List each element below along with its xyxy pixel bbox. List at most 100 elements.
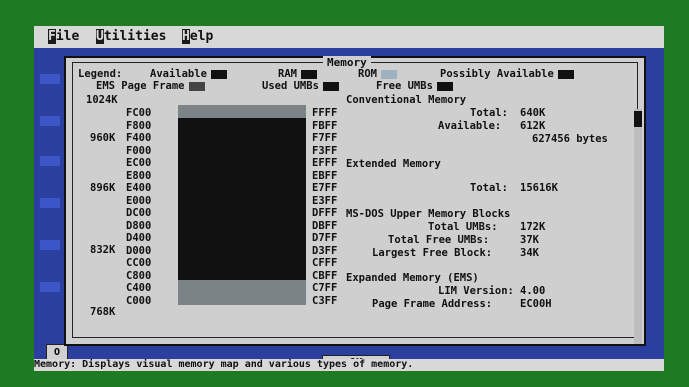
segment-start-address: EC00: [126, 157, 152, 169]
total-umbs-label: Total UMBs:: [428, 221, 498, 233]
background-bar: [40, 116, 60, 126]
legend-rom-swatch: [380, 69, 397, 79]
kb-label: 960K: [90, 132, 116, 144]
scrollbar-thumb[interactable]: [634, 111, 642, 127]
segment-start-address: C400: [126, 282, 152, 294]
segment-end-address: FBFF: [312, 119, 338, 132]
status-text: Memory: Displays visual memory map and v…: [34, 359, 414, 370]
legend-ems-page-frame-text: EMS Page Frame: [96, 80, 185, 92]
legend-used-umbs: Used UMBs: [262, 80, 339, 92]
legend-ems-page-frame-swatch: [188, 81, 205, 91]
largest-free-block-value: 34K: [520, 247, 539, 259]
segment-start-address: C000: [126, 294, 152, 307]
memory-map-row: [178, 280, 306, 293]
background-bar: [40, 156, 60, 166]
ext-total-value: 15616K: [520, 182, 558, 194]
kb-label: 768K: [90, 306, 116, 318]
memory-map-row: [178, 205, 306, 218]
memory-map-row: [178, 255, 306, 268]
segment-start-address: DC00: [126, 207, 152, 219]
msd-window: File Utilities Help O Memory Legend: Ava…: [34, 26, 664, 371]
memory-dialog: Memory Legend: Available RAM ROM Possibl…: [64, 56, 646, 371]
extended-heading: Extended Memory: [346, 158, 441, 170]
legend-ram-swatch: [300, 69, 317, 79]
legend-possibly-available: Possibly Available: [440, 68, 574, 80]
segment-end-address: DBFF: [312, 219, 338, 232]
legend-ram-text: RAM: [278, 68, 297, 80]
menu-utilities-label: tilities: [103, 29, 167, 44]
segment-end-address: DFFF: [312, 207, 338, 219]
segment-end-address: C3FF: [312, 294, 338, 307]
segment-end-address: C7FF: [312, 282, 338, 294]
kb-label: 832K: [90, 244, 116, 256]
conv-total-label: Total:: [470, 107, 508, 119]
segment-end-address: F3FF: [312, 144, 338, 157]
conv-total-value: 640K: [520, 107, 546, 119]
segment-start-address: D800: [126, 219, 152, 232]
memory-map-row: [178, 180, 306, 193]
legend-ems-page-frame: EMS Page Frame: [96, 80, 205, 92]
segment-end-address: EBFF: [312, 169, 338, 182]
menu-utilities[interactable]: Utilities: [96, 26, 166, 48]
menu-help-label: elp: [189, 29, 214, 44]
legend-free-umbs-swatch: [436, 81, 453, 91]
menu-help-hotkey: H: [182, 29, 190, 44]
legend-available-text: Available: [150, 68, 207, 80]
menu-help[interactable]: Help: [182, 26, 213, 48]
ext-total-label: Total:: [470, 182, 508, 194]
legend-used-umbs-text: Used UMBs: [262, 80, 319, 92]
conv-available-label: Available:: [438, 120, 502, 132]
page-frame-address-label: Page Frame Address:: [372, 298, 493, 310]
background-bar: [40, 74, 60, 84]
segment-start-address: D400: [126, 232, 152, 244]
menu-utilities-hotkey: U: [96, 29, 104, 44]
kb-label: 1024K: [86, 94, 118, 106]
legend-label: Legend:: [78, 68, 123, 80]
legend-used-umbs-swatch: [322, 81, 339, 91]
largest-free-block-label: Largest Free Block:: [372, 247, 493, 259]
background-bar: [40, 240, 60, 250]
segment-start-address: F400: [126, 132, 152, 144]
segment-end-address: E3FF: [312, 194, 338, 207]
status-bar: Memory: Displays visual memory map and v…: [34, 359, 664, 371]
memory-map-row: [178, 242, 306, 255]
kb-label: 896K: [90, 182, 116, 194]
segment-end-address: EFFF: [312, 157, 338, 169]
memory-map-row: [178, 192, 306, 205]
memory-map-row: [178, 267, 306, 280]
segment-start-address: F000: [126, 144, 152, 157]
menu-bar: File Utilities Help: [34, 26, 664, 48]
screen: File Utilities Help O Memory Legend: Ava…: [0, 0, 689, 387]
menu-file-label: ile: [55, 29, 80, 44]
memory-map: [178, 105, 306, 305]
total-free-umbs-value: 37K: [520, 234, 539, 246]
segment-end-address: D7FF: [312, 232, 338, 244]
total-free-umbs-label: Total Free UMBs:: [388, 234, 490, 246]
conventional-heading: Conventional Memory: [346, 94, 467, 106]
umb-heading: MS-DOS Upper Memory Blocks: [346, 208, 511, 220]
memory-map-row: [178, 117, 306, 130]
segment-end-address: F7FF: [312, 132, 338, 144]
legend-rom-text: ROM: [358, 68, 377, 80]
menu-file[interactable]: File: [48, 26, 79, 48]
segment-end-address: E7FF: [312, 182, 338, 194]
memory-map-row: [178, 217, 306, 230]
legend-free-umbs-text: Free UMBs: [376, 80, 433, 92]
legend-free-umbs: Free UMBs: [376, 80, 453, 92]
segment-start-address: E400: [126, 182, 152, 194]
lim-version-value: 4.00: [520, 285, 546, 297]
total-umbs-value: 172K: [520, 221, 546, 233]
segment-end-address: CFFF: [312, 257, 338, 269]
scrollbar[interactable]: [634, 109, 642, 344]
memory-map-row: [178, 142, 306, 155]
segment-end-address: D3FF: [312, 244, 338, 257]
segment-start-address: CC00: [126, 257, 152, 269]
legend-available: Available: [150, 68, 227, 80]
legend-rom: ROM: [358, 68, 397, 80]
segment-end-address: CBFF: [312, 269, 338, 282]
memory-map-row: [178, 130, 306, 143]
menu-file-hotkey: F: [48, 29, 56, 44]
page-frame-address-value: EC00H: [520, 298, 552, 310]
legend-available-swatch: [210, 69, 227, 79]
memory-map-row: [178, 230, 306, 243]
